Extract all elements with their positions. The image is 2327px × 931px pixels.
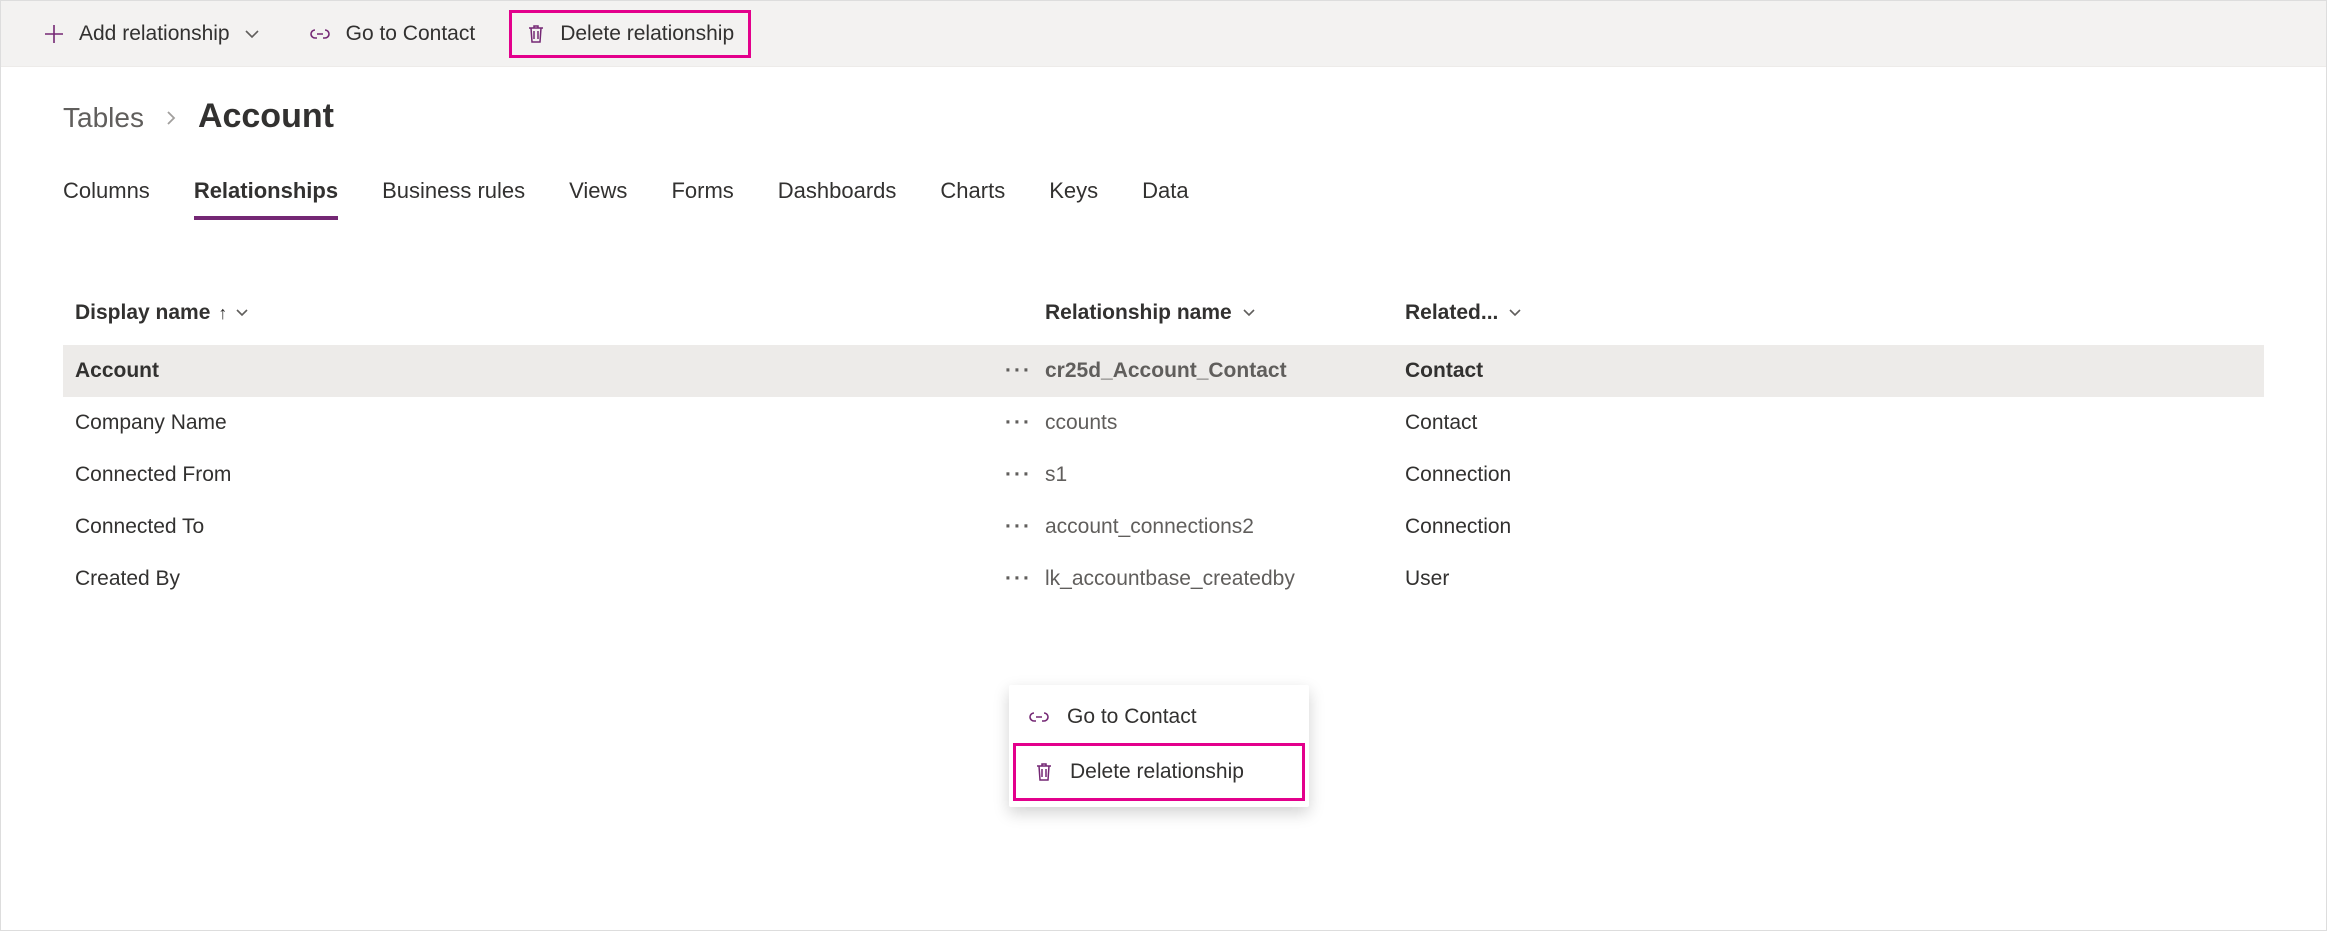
related-cell: Connection bbox=[1405, 463, 2252, 487]
go-to-contact-label: Go to Contact bbox=[346, 22, 476, 46]
context-go-to-contact-label: Go to Contact bbox=[1067, 705, 1197, 729]
go-to-contact-button[interactable]: Go to Contact bbox=[294, 10, 490, 58]
col-related-label: Related... bbox=[1405, 301, 1498, 325]
relationship-name-cell: s1 bbox=[1045, 463, 1405, 487]
link-icon bbox=[1027, 707, 1051, 727]
col-relationship-name-label: Relationship name bbox=[1045, 301, 1232, 325]
display-name-cell: Company Name bbox=[75, 411, 1005, 435]
table-row[interactable]: Connected From···s1Connection bbox=[63, 449, 2264, 501]
related-cell: Contact bbox=[1405, 359, 2252, 383]
row-more-actions[interactable]: ··· bbox=[1005, 515, 1045, 539]
breadcrumb-root[interactable]: Tables bbox=[63, 102, 144, 134]
row-more-actions[interactable]: ··· bbox=[1005, 463, 1045, 487]
breadcrumb-current: Account bbox=[198, 97, 334, 136]
chevron-right-icon bbox=[164, 109, 178, 127]
toolbar: Add relationship Go to Contact Delete re… bbox=[1, 1, 2326, 67]
relationship-name-cell: account_connections2 bbox=[1045, 515, 1405, 539]
add-relationship-label: Add relationship bbox=[79, 22, 230, 46]
delete-relationship-button[interactable]: Delete relationship bbox=[509, 10, 751, 58]
tab-columns[interactable]: Columns bbox=[63, 178, 150, 220]
chevron-down-icon bbox=[1508, 306, 1522, 320]
tab-forms[interactable]: Forms bbox=[671, 178, 733, 220]
relationship-name-cell: ccounts bbox=[1045, 411, 1405, 435]
related-cell: Contact bbox=[1405, 411, 2252, 435]
trash-icon bbox=[526, 23, 546, 45]
table-row[interactable]: Account···cr25d_Account_ContactContact bbox=[63, 345, 2264, 397]
table-row[interactable]: Created By···lk_accountbase_createdbyUse… bbox=[63, 553, 2264, 605]
tabs: Columns Relationships Business rules Vie… bbox=[63, 178, 2264, 221]
breadcrumb: Tables Account bbox=[63, 97, 2264, 136]
display-name-cell: Created By bbox=[75, 567, 1005, 591]
relationships-table: Display name ↑ Relationship name Related… bbox=[63, 301, 2264, 605]
col-related[interactable]: Related... bbox=[1405, 301, 2252, 325]
context-menu: Go to Contact Delete relationship bbox=[1009, 685, 1309, 807]
table-row[interactable]: Company Name···ccountsContact bbox=[63, 397, 2264, 449]
row-more-actions[interactable]: ··· bbox=[1005, 359, 1045, 383]
plus-icon bbox=[43, 23, 65, 45]
related-cell: User bbox=[1405, 567, 2252, 591]
context-go-to-contact[interactable]: Go to Contact bbox=[1009, 691, 1309, 743]
display-name-cell: Account bbox=[75, 359, 1005, 383]
add-relationship-button[interactable]: Add relationship bbox=[29, 10, 274, 58]
col-relationship-name[interactable]: Relationship name bbox=[1045, 301, 1405, 325]
row-more-actions[interactable]: ··· bbox=[1005, 567, 1045, 591]
col-display-name-label: Display name bbox=[75, 301, 210, 325]
trash-icon bbox=[1034, 761, 1054, 783]
display-name-cell: Connected From bbox=[75, 463, 1005, 487]
related-cell: Connection bbox=[1405, 515, 2252, 539]
chevron-down-icon bbox=[235, 306, 249, 320]
tab-data[interactable]: Data bbox=[1142, 178, 1188, 220]
table-header: Display name ↑ Relationship name Related… bbox=[63, 301, 2264, 345]
relationship-name-cell: lk_accountbase_createdby bbox=[1045, 567, 1405, 591]
tab-keys[interactable]: Keys bbox=[1049, 178, 1098, 220]
tab-views[interactable]: Views bbox=[569, 178, 627, 220]
context-delete-relationship-label: Delete relationship bbox=[1070, 760, 1244, 784]
display-name-cell: Connected To bbox=[75, 515, 1005, 539]
row-more-actions[interactable]: ··· bbox=[1005, 411, 1045, 435]
relationship-name-cell: cr25d_Account_Contact bbox=[1045, 359, 1405, 383]
chevron-down-icon bbox=[244, 26, 260, 42]
tab-relationships[interactable]: Relationships bbox=[194, 178, 338, 220]
sort-ascending-icon: ↑ bbox=[218, 303, 227, 324]
tab-business-rules[interactable]: Business rules bbox=[382, 178, 525, 220]
table-row[interactable]: Connected To···account_connections2Conne… bbox=[63, 501, 2264, 553]
chevron-down-icon bbox=[1242, 306, 1256, 320]
tab-dashboards[interactable]: Dashboards bbox=[778, 178, 897, 220]
col-display-name[interactable]: Display name ↑ bbox=[75, 301, 1045, 325]
delete-relationship-label: Delete relationship bbox=[560, 22, 734, 46]
content-area: Tables Account Columns Relationships Bus… bbox=[1, 67, 2326, 605]
context-delete-relationship[interactable]: Delete relationship bbox=[1013, 743, 1305, 801]
tab-charts[interactable]: Charts bbox=[940, 178, 1005, 220]
link-icon bbox=[308, 24, 332, 44]
